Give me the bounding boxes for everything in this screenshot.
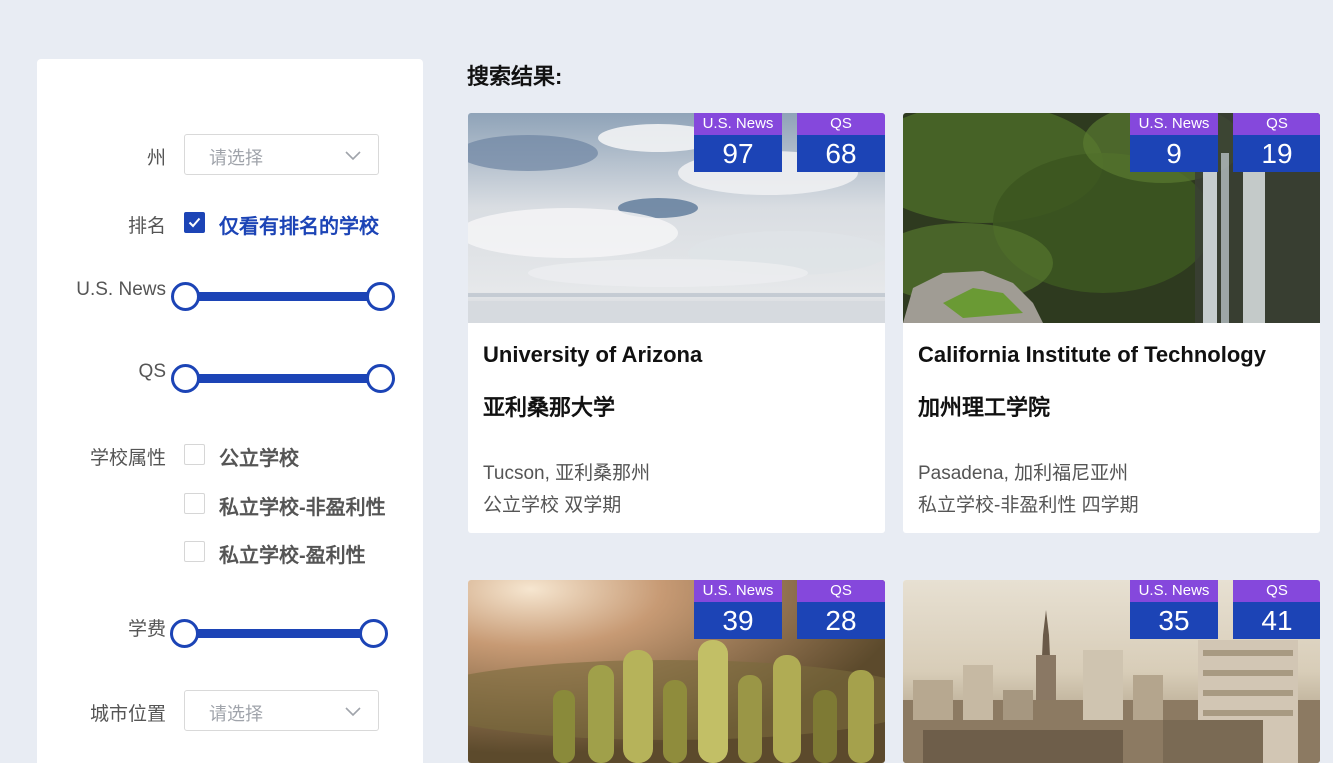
school-type: 公立学校 双学期 — [483, 495, 622, 516]
slider-max-thumb[interactable] — [359, 619, 388, 648]
chevron-down-icon — [345, 151, 361, 161]
slider-track — [185, 292, 381, 301]
school-type-label: 学校属性 — [89, 448, 166, 469]
slider-max-thumb[interactable] — [366, 282, 395, 311]
badge-label: QS — [797, 113, 885, 135]
qs-rank-value: 41 — [1233, 602, 1320, 639]
city-label: 城市位置 — [89, 704, 166, 725]
check-icon — [188, 217, 201, 228]
state-label: 州 — [146, 148, 166, 169]
city-select[interactable]: 请选择 — [184, 690, 379, 731]
badge-label: U.S. News — [694, 113, 782, 135]
usnews-rank-value: 39 — [694, 602, 782, 639]
school-name-en[interactable]: California Institute of Technology — [918, 342, 1266, 368]
private-forprofit-checkbox[interactable] — [184, 541, 205, 562]
school-location: Tucson, 亚利桑那州 — [483, 463, 651, 484]
usnews-range-slider[interactable] — [171, 282, 395, 312]
qs-rank-value: 19 — [1233, 135, 1320, 172]
qs-rank-value: 28 — [797, 602, 885, 639]
school-type: 私立学校-非盈利性 四学期 — [918, 495, 1139, 516]
ranking-checkbox[interactable] — [184, 212, 205, 233]
qs-rank-badge: QS 41 — [1233, 580, 1320, 639]
qs-rank-badge: QS 68 — [797, 113, 885, 172]
usnews-rank-badge: U.S. News 97 — [694, 113, 782, 172]
slider-min-thumb[interactable] — [171, 282, 200, 311]
school-card[interactable]: U.S. News 9 QS 19 California Institute o… — [903, 113, 1320, 533]
slider-track — [184, 629, 374, 638]
state-select[interactable]: 请选择 — [184, 134, 379, 175]
usnews-rank-value: 97 — [694, 135, 782, 172]
ranking-checkbox-label[interactable]: 仅看有排名的学校 — [219, 210, 379, 239]
school-name-zh[interactable]: 亚利桑那大学 — [483, 390, 615, 422]
private-nonprofit-checkbox-label[interactable]: 私立学校-非盈利性 — [219, 491, 386, 520]
tuition-range-label: 学费 — [127, 619, 166, 640]
state-select-placeholder: 请选择 — [209, 148, 263, 168]
usnews-rank-badge: U.S. News 35 — [1130, 580, 1218, 639]
public-school-checkbox-label[interactable]: 公立学校 — [219, 442, 299, 471]
usnews-rank-badge: U.S. News 9 — [1130, 113, 1218, 172]
qs-rank-badge: QS 28 — [797, 580, 885, 639]
badge-label: U.S. News — [694, 580, 782, 602]
slider-min-thumb[interactable] — [171, 364, 200, 393]
badge-label: U.S. News — [1130, 580, 1218, 602]
school-location: Pasadena, 加利福尼亚州 — [918, 463, 1129, 484]
chevron-down-icon — [345, 707, 361, 717]
usnews-range-label: U.S. News — [76, 279, 166, 300]
qs-range-label: QS — [138, 361, 166, 382]
badge-label: QS — [1233, 580, 1320, 602]
public-school-checkbox[interactable] — [184, 444, 205, 465]
qs-range-slider[interactable] — [171, 364, 395, 394]
city-select-placeholder: 请选择 — [209, 704, 263, 724]
school-card[interactable]: U.S. News 97 QS 68 University of Arizona… — [468, 113, 885, 533]
school-card[interactable]: U.S. News 35 QS 41 — [903, 580, 1320, 763]
usnews-rank-badge: U.S. News 39 — [694, 580, 782, 639]
results-title: 搜索结果: — [467, 64, 563, 89]
school-name-en[interactable]: University of Arizona — [483, 342, 702, 368]
usnews-rank-value: 9 — [1130, 135, 1218, 172]
tuition-range-slider[interactable] — [170, 619, 388, 649]
private-forprofit-checkbox-label[interactable]: 私立学校-盈利性 — [219, 539, 366, 568]
qs-rank-badge: QS 19 — [1233, 113, 1320, 172]
slider-track — [185, 374, 381, 383]
badge-label: U.S. News — [1130, 113, 1218, 135]
school-name-zh[interactable]: 加州理工学院 — [918, 390, 1050, 422]
ranking-label: 排名 — [127, 216, 166, 237]
filter-panel: 州 请选择 排名 仅看有排名的学校 U.S. News QS 学校属性 公立学校… — [37, 59, 423, 763]
usnews-rank-value: 35 — [1130, 602, 1218, 639]
slider-max-thumb[interactable] — [366, 364, 395, 393]
private-nonprofit-checkbox[interactable] — [184, 493, 205, 514]
badge-label: QS — [1233, 113, 1320, 135]
qs-rank-value: 68 — [797, 135, 885, 172]
school-card[interactable]: U.S. News 39 QS 28 — [468, 580, 885, 763]
slider-min-thumb[interactable] — [170, 619, 199, 648]
badge-label: QS — [797, 580, 885, 602]
